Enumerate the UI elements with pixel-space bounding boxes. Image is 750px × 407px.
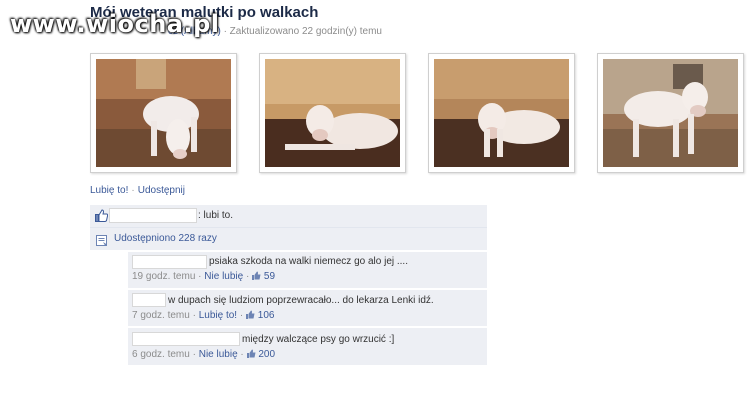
- meta-separator: ·: [239, 310, 244, 321]
- updated-time: · Zaktualizowano 22 godzin(y) temu: [223, 26, 382, 37]
- photo-thumbnail-2[interactable]: [259, 53, 406, 173]
- shares-count-link[interactable]: Udostępniono 228 razy: [114, 233, 217, 244]
- photo-thumbnail-1[interactable]: [90, 53, 237, 173]
- comment-like-toggle[interactable]: Nie lubię: [204, 271, 243, 282]
- meta-separator: ·: [198, 271, 202, 282]
- shares-row: Udostępniono 228 razy: [90, 228, 487, 250]
- comment-like-toggle[interactable]: Nie lubię: [199, 349, 238, 360]
- comment-time[interactable]: 7 godz. temu: [132, 310, 190, 321]
- like-count-value: 200: [258, 349, 276, 360]
- thumbs-up-icon: [95, 209, 109, 227]
- comment-author-redacted[interactable]: [132, 255, 207, 269]
- comment-like-count[interactable]: 106: [246, 310, 274, 321]
- comment-author-redacted[interactable]: [132, 332, 240, 346]
- meta-separator: ·: [192, 310, 196, 321]
- comment-text: psiaka szkoda na walki niemecz go alo je…: [209, 256, 408, 267]
- meta-separator: ·: [192, 349, 196, 360]
- comment-meta: 19 godz. temu · Nie lubię · 59: [132, 271, 275, 282]
- comment-time[interactable]: 6 godz. temu: [132, 349, 190, 360]
- comment-author-redacted[interactable]: [132, 293, 166, 307]
- thumbs-up-icon: [252, 271, 261, 280]
- likes-row: : lubi to.: [90, 205, 487, 228]
- comment-like-count[interactable]: 59: [252, 271, 275, 282]
- meta-separator: ·: [240, 349, 244, 360]
- comment-like-count[interactable]: 200: [246, 349, 276, 360]
- thumbs-up-icon: [246, 310, 255, 319]
- comment-meta: 7 godz. temu · Lubię to! · 106: [132, 310, 274, 321]
- share-icon: [96, 233, 108, 251]
- comment-like-toggle[interactable]: Lubię to!: [199, 310, 237, 321]
- comment-2: w dupach się ludziom poprzewracało... do…: [128, 289, 487, 326]
- likes-text: : lubi to.: [198, 210, 234, 221]
- like-link[interactable]: Lubię to!: [90, 185, 128, 196]
- comment-time[interactable]: 19 godz. temu: [132, 271, 195, 282]
- comment-text: w dupach się ludziom poprzewracało... do…: [168, 295, 434, 306]
- meta-separator: ·: [245, 271, 250, 282]
- comment-3: między walczące psy go wrzucić :] 6 godz…: [128, 327, 487, 365]
- watermark-logo: www.wiocha.pl: [10, 10, 220, 38]
- thumbs-up-icon: [246, 349, 256, 358]
- comment-1: psiaka szkoda na walki niemecz go alo je…: [128, 251, 487, 288]
- comment-meta: 6 godz. temu · Nie lubię · 200: [132, 349, 275, 360]
- photo-thumbnail-3[interactable]: [428, 53, 575, 173]
- share-link[interactable]: Udostępnij: [138, 185, 185, 196]
- actions-separator: ·: [131, 185, 135, 196]
- photo-thumbnail-4[interactable]: [597, 53, 744, 173]
- comment-text: między walczące psy go wrzucić :]: [242, 334, 395, 345]
- like-count-value: 59: [263, 271, 276, 282]
- post-actions: Lubię to! · Udostępnij: [90, 185, 185, 196]
- like-count-value: 106: [257, 310, 275, 321]
- redacted-user-name: [109, 208, 197, 223]
